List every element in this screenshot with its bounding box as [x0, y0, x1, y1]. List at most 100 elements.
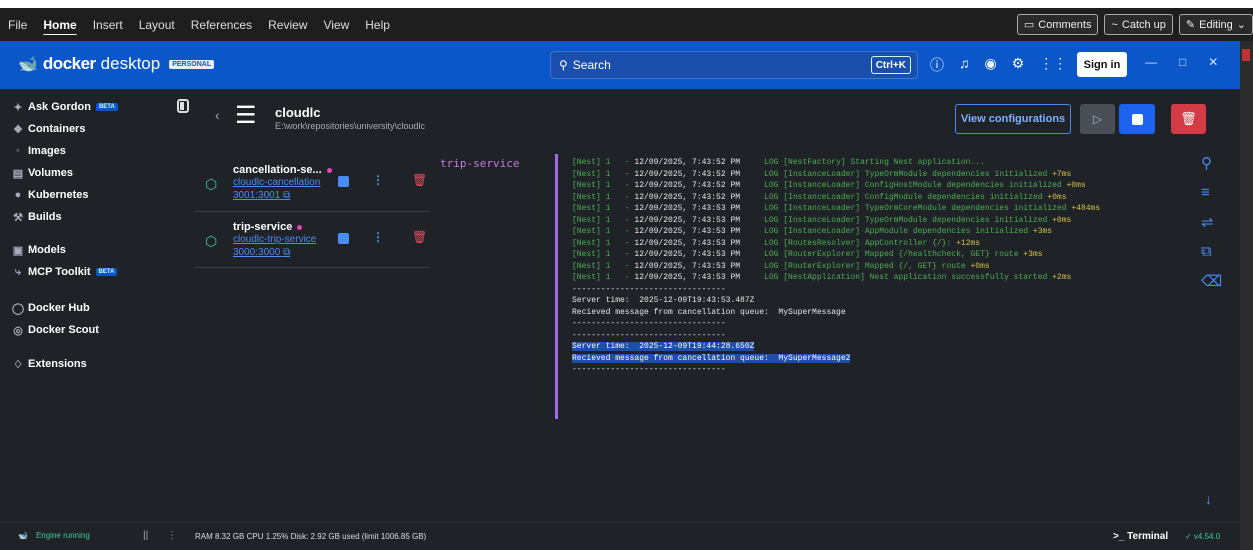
collapse-sidebar-icon[interactable] [177, 99, 189, 113]
stop-icon [1131, 113, 1143, 125]
filter-icon[interactable]: ≡ [1201, 184, 1222, 201]
engine-status[interactable]: 🐋 Engine running [18, 531, 90, 540]
status-dot [297, 224, 303, 230]
hub-icon: ◯ [11, 302, 25, 315]
log-line: Recieved message from cancellation queue… [572, 307, 846, 317]
container-icon: ⬡ [205, 233, 218, 249]
learning-icon[interactable]: ◉ [985, 55, 997, 75]
log-line: Recieved message from cancellation queue… [572, 353, 851, 363]
sign-in-button[interactable]: Sign in [1077, 52, 1127, 77]
editing-button[interactable]: ✎ Editing ⌄ [1178, 14, 1253, 35]
log-line: [Nest] 1 - 12/09/2025, 7:43:53 PM LOG [R… [572, 250, 1043, 259]
title-bar: 🐋 docker desktop PERSONAL ⚲ Search Ctrl+… [0, 41, 1240, 89]
search-placeholder: Search [572, 58, 611, 72]
container-link[interactable]: cloudlc-trip-service [233, 234, 316, 245]
maximize-icon[interactable]: □ [1179, 55, 1186, 69]
resource-usage: RAM 8.32 GB CPU 1.25% Disk: 2.92 GB used… [195, 532, 427, 541]
more-icon[interactable]: ⋮ [167, 530, 177, 541]
more-options-icon[interactable]: ⋮ [372, 173, 384, 187]
builds-icon: ⚒ [13, 211, 23, 224]
close-icon[interactable]: ✕ [1208, 55, 1218, 69]
sidebar-item-docker-hub[interactable]: ◯ Docker Hub [0, 297, 195, 319]
help-icon[interactable]: ⓘ [930, 55, 944, 75]
sidebar-item-docker-scout[interactable]: ◎ Docker Scout [0, 319, 195, 341]
menu-file[interactable]: File [0, 18, 35, 32]
beta-badge: BETA [95, 103, 118, 111]
menu-bar: File Home Insert Layout References Revie… [0, 8, 1253, 41]
more-options-icon[interactable]: ⋮ [372, 230, 384, 244]
menu-references[interactable]: References [183, 18, 260, 32]
sidebar-item-mcp-toolkit[interactable]: ⤷ MCP Toolkit BETA [0, 261, 195, 283]
log-output[interactable]: [Nest] 1 - 12/09/2025, 7:43:52 PM LOG [N… [572, 157, 1172, 376]
container-link[interactable]: cloudlc-cancellation [233, 177, 320, 188]
project-path: E:\work\repositories\university\cloudlc [275, 121, 426, 131]
log-service-label: trip-service [440, 157, 520, 170]
external-link-icon: ⧉ [283, 247, 291, 258]
stop-button[interactable] [1119, 104, 1155, 134]
log-line: -------------------------------- [572, 319, 726, 328]
log-line: [Nest] 1 - 12/09/2025, 7:43:52 PM LOG [N… [572, 158, 985, 167]
whale-icon: 🐋 [18, 531, 28, 540]
chevron-down-icon: ⌄ [1236, 19, 1246, 31]
sidebar-item-containers[interactable]: ❖ Containers [0, 118, 195, 140]
terminal-button[interactable]: >_ Terminal [1113, 531, 1168, 542]
top-strip [0, 0, 1253, 8]
sidebar-item-builds[interactable]: ⚒ Builds [0, 206, 195, 228]
brand-suffix: desktop [100, 54, 161, 73]
background-window-edge [1240, 41, 1253, 550]
bell-icon[interactable]: ♫ [959, 55, 970, 75]
log-line: [Nest] 1 - 12/09/2025, 7:43:53 PM LOG [I… [572, 227, 1053, 236]
comment-icon: ▭ [1023, 19, 1035, 31]
docker-logo: 🐋 docker desktop PERSONAL [18, 54, 215, 74]
log-line: [Nest] 1 - 12/09/2025, 7:43:53 PM LOG [I… [572, 215, 1072, 225]
menu-review[interactable]: Review [260, 18, 315, 32]
external-link-icon: ⧉ [283, 190, 291, 201]
container-icon: ⬡ [205, 176, 218, 192]
port-link[interactable]: 3000:3000 ⧉ [233, 247, 290, 258]
sidebar-item-kubernetes[interactable]: ● Kubernetes [0, 184, 195, 206]
menu-insert[interactable]: Insert [85, 18, 131, 32]
log-line: [Nest] 1 - 12/09/2025, 7:43:52 PM LOG [I… [572, 181, 1086, 190]
volumes-icon: ▤ [12, 167, 24, 180]
port-link[interactable]: 3001:3001 ⧉ [233, 190, 290, 201]
search-icon[interactable]: ⚲ [1201, 154, 1222, 172]
settings-sliders-icon[interactable]: ⇌ [1201, 213, 1222, 231]
plan-badge: PERSONAL [169, 59, 215, 69]
view-configurations-button[interactable]: View configurations [955, 104, 1071, 134]
service-row[interactable]: ⬡ cancellation-se... cloudlc-cancellatio… [195, 154, 430, 209]
menu-layout[interactable]: Layout [131, 18, 183, 32]
sidebar-item-models[interactable]: ▣ Models [0, 239, 195, 261]
select-checkbox[interactable] [338, 233, 349, 244]
start-button[interactable]: ▷ [1080, 104, 1115, 134]
menu-help[interactable]: Help [357, 18, 398, 32]
search-input[interactable]: ⚲ Search Ctrl+K [550, 51, 918, 79]
sidebar-item-images[interactable]: ◦ Images [0, 140, 195, 162]
delete-button[interactable]: 🗑 [1171, 104, 1206, 134]
search-shortcut: Ctrl+K [870, 56, 911, 74]
catch-up-button[interactable]: ~ Catch up [1104, 14, 1173, 35]
minimize-icon[interactable]: — [1145, 55, 1157, 69]
sidebar-item-extensions[interactable]: ♢ Extensions [0, 353, 195, 375]
log-line: [Nest] 1 - 12/09/2025, 7:43:53 PM LOG [R… [572, 238, 981, 248]
menu-home[interactable]: Home [35, 18, 84, 32]
copy-icon[interactable]: ⧉ [1201, 243, 1222, 260]
trash-icon[interactable]: 🗑 [412, 230, 427, 244]
comments-button[interactable]: ▭ Comments [1016, 14, 1099, 35]
sidebar-item-ask-gordon[interactable]: ✦ Ask Gordon BETA [0, 96, 195, 118]
stack-icon: ☰ [235, 102, 257, 129]
service-row[interactable]: ⬡ trip-service cloudlc-trip-service 3000… [195, 211, 430, 266]
menu-view[interactable]: View [315, 18, 357, 32]
containers-icon: ❖ [13, 123, 23, 136]
log-line: [Nest] 1 - 12/09/2025, 7:43:52 PM LOG [I… [572, 169, 1072, 179]
sidebar-item-volumes[interactable]: ▤ Volumes [0, 162, 195, 184]
pause-icon[interactable]: || [143, 530, 148, 541]
scroll-down-icon[interactable]: ↓ [1205, 491, 1212, 507]
eraser-icon[interactable]: ⌫ [1201, 272, 1222, 290]
trash-icon[interactable]: 🗑 [412, 173, 427, 187]
log-line: [Nest] 1 - 12/09/2025, 7:43:53 PM LOG [I… [572, 204, 1101, 213]
select-checkbox[interactable] [338, 176, 349, 187]
back-icon[interactable]: ‹ [215, 107, 220, 123]
log-line: [Nest] 1 - 12/09/2025, 7:43:52 PM LOG [I… [572, 192, 1067, 202]
grid-icon[interactable]: ⋮⋮ [1039, 55, 1067, 75]
gear-icon[interactable]: ⚙ [1012, 55, 1025, 75]
